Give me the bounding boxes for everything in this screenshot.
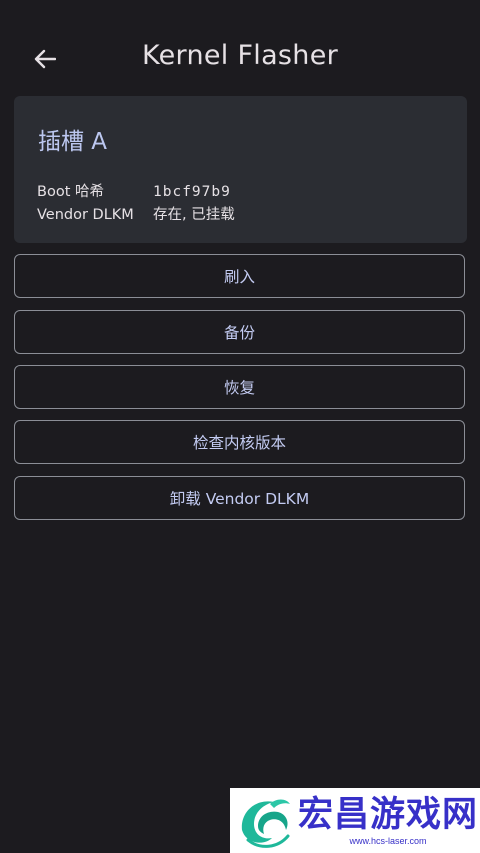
- vendor-dlkm-label: Vendor DLKM: [37, 207, 134, 223]
- unmount-vendor-dlkm-button[interactable]: 卸载 Vendor DLKM: [14, 476, 465, 520]
- check-kernel-version-button[interactable]: 检查内核版本: [14, 420, 465, 464]
- page-title: Kernel Flasher: [141, 40, 339, 71]
- watermark-name: 宏昌游戏网: [298, 795, 479, 835]
- boot-hash-value: 1bcf97b9: [153, 184, 231, 200]
- slot-card: 插槽 A Boot 哈希 1bcf97b9 Vendor DLKM 存在, 已挂载: [14, 96, 467, 243]
- slot-title: 插槽 A: [38, 129, 108, 155]
- vendor-dlkm-row: Vendor DLKM 存在, 已挂载: [37, 203, 235, 224]
- watermark: 宏昌游戏网 www.hcs-laser.com: [230, 788, 480, 853]
- backup-button[interactable]: 备份: [14, 310, 465, 354]
- restore-button[interactable]: 恢复: [14, 365, 465, 409]
- watermark-url: www.hcs-laser.com: [349, 836, 427, 846]
- boot-hash-label: Boot 哈希: [37, 184, 104, 200]
- vendor-dlkm-value: 存在, 已挂载: [153, 207, 235, 223]
- boot-hash-row: Boot 哈希 1bcf97b9: [37, 180, 231, 201]
- flash-button[interactable]: 刷入: [14, 254, 465, 298]
- watermark-logo-icon: [241, 799, 290, 848]
